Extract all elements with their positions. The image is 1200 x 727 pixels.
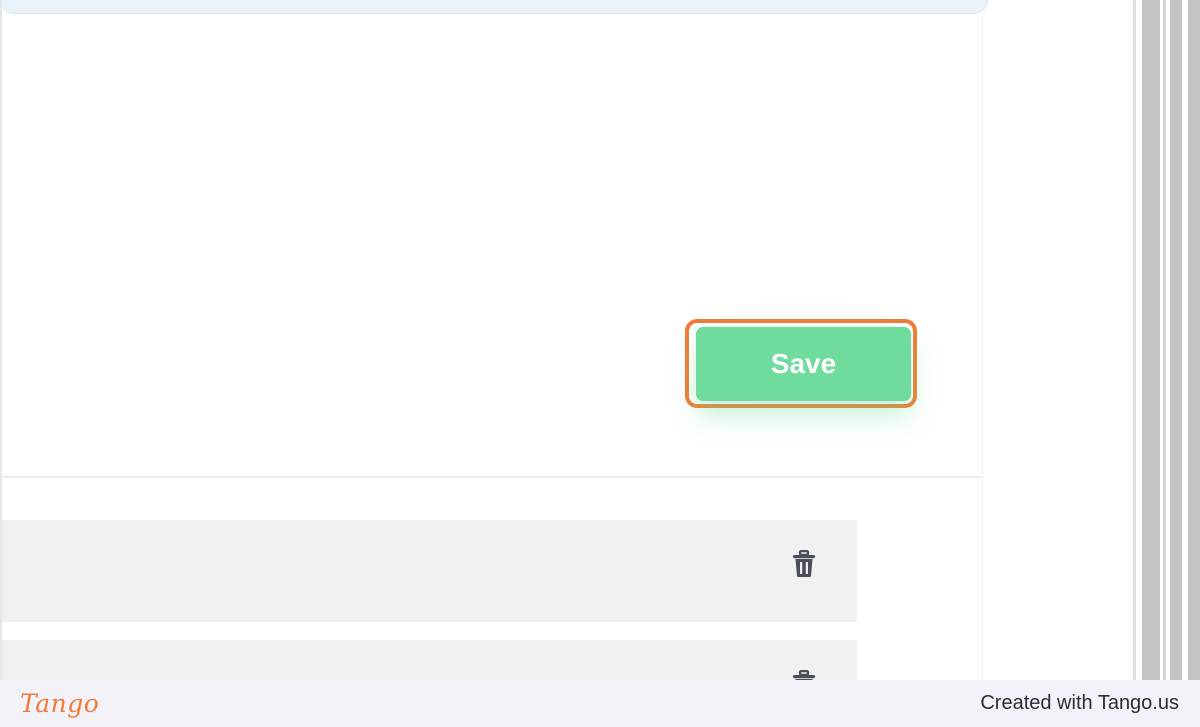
section-divider xyxy=(0,476,983,478)
scrollbar-track[interactable] xyxy=(1142,0,1160,680)
trash-icon[interactable] xyxy=(792,549,816,578)
text-field-bottom-edge[interactable] xyxy=(0,0,988,14)
trash-icon[interactable] xyxy=(792,669,816,680)
scrollbar-track-outer xyxy=(1188,0,1200,680)
list-item xyxy=(2,640,857,680)
scrollbar-track-edge xyxy=(1133,0,1136,680)
screenshot-stage: Save xyxy=(0,0,1200,680)
footer-credit: Created with Tango.us xyxy=(980,692,1179,714)
footer-bar: Tango Created with Tango.us xyxy=(0,680,1200,727)
list-item xyxy=(2,520,857,622)
panel-right-border xyxy=(982,14,983,680)
tango-logo: Tango xyxy=(20,689,100,718)
scrollbar-thumb[interactable] xyxy=(1170,0,1182,680)
save-button[interactable]: Save xyxy=(696,327,911,401)
scrollbar-divider xyxy=(1163,0,1166,680)
